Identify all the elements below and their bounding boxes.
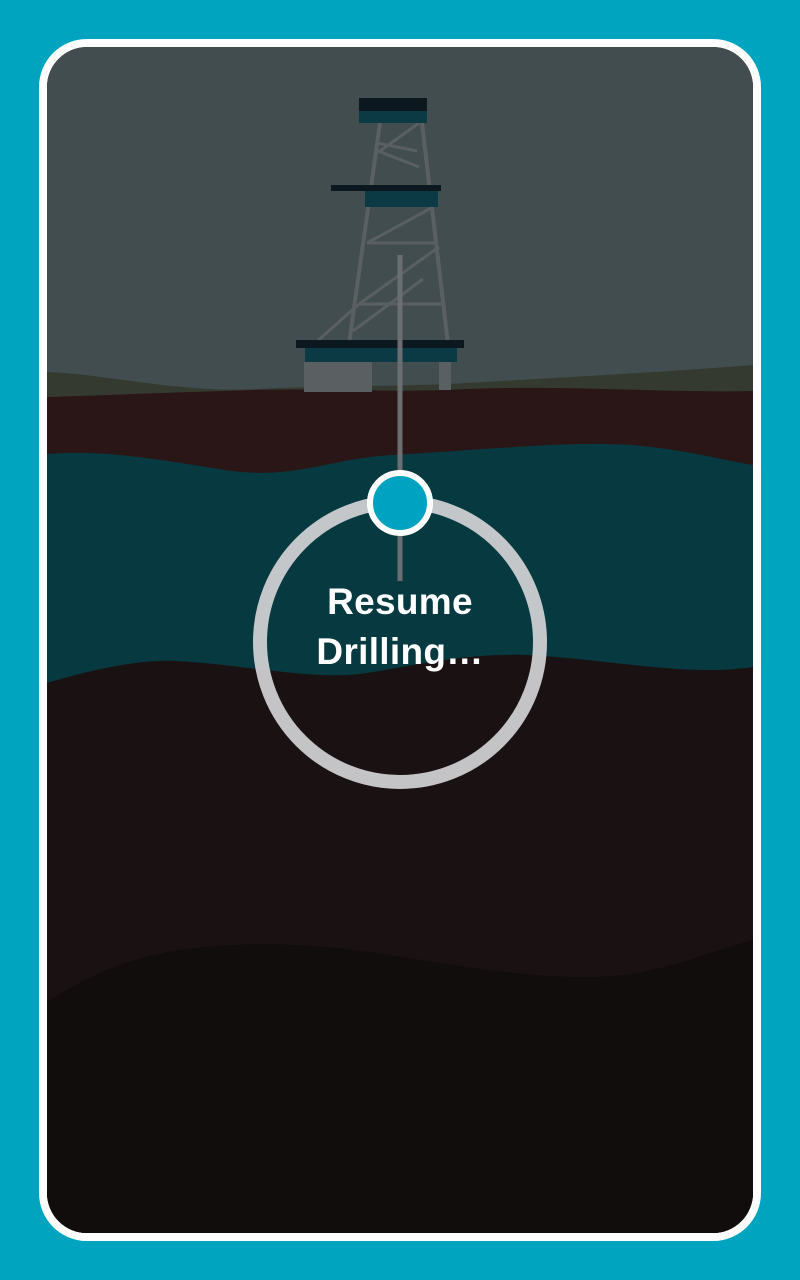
bedrock-layer bbox=[47, 940, 753, 1233]
resume-label-line2: Drilling… bbox=[316, 631, 484, 672]
resume-label-line1: Resume bbox=[327, 581, 473, 622]
resume-drilling-button[interactable]: Resume Drilling… bbox=[253, 495, 547, 789]
resume-label: Resume Drilling… bbox=[273, 577, 527, 677]
circle-icon[interactable] bbox=[367, 470, 433, 536]
game-screen: Resume Drilling… bbox=[47, 47, 753, 1233]
